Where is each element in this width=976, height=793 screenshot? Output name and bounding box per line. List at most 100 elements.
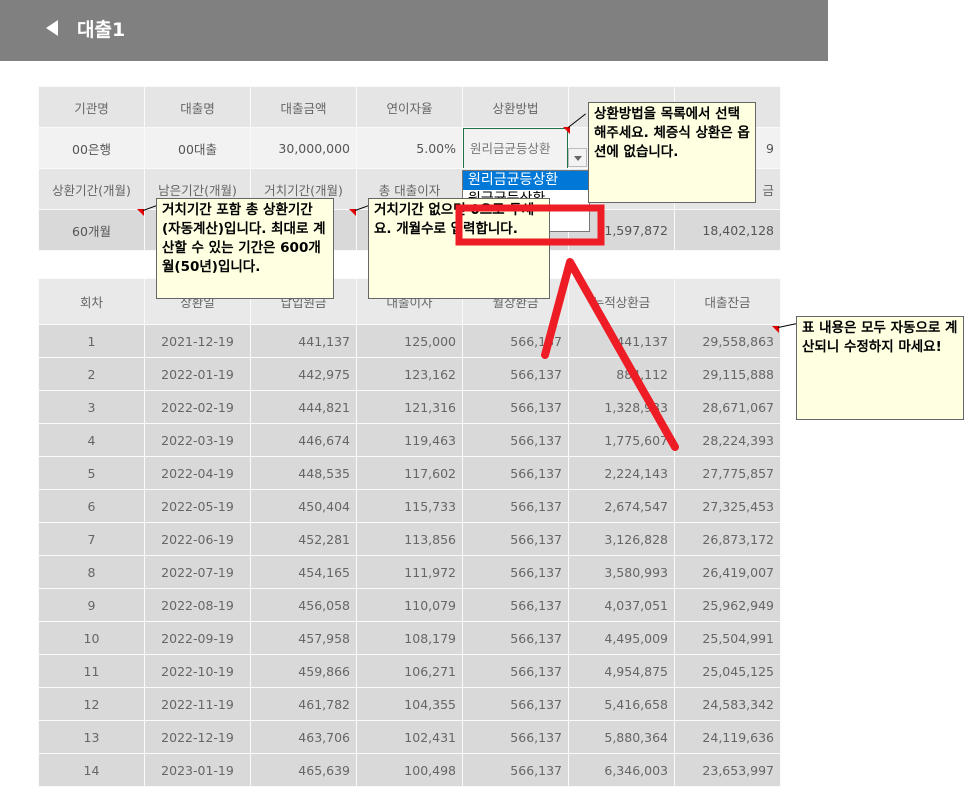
table-cell[interactable]: 1,328,933	[568, 390, 675, 424]
table-cell[interactable]: 2022-04-19	[144, 456, 251, 490]
table-cell[interactable]: 457,958	[250, 621, 357, 655]
table-cell[interactable]: 2022-08-19	[144, 588, 251, 622]
table-cell[interactable]: 106,271	[356, 654, 463, 688]
table-cell[interactable]: 566,137	[462, 456, 569, 490]
table-cell[interactable]: 10	[38, 621, 145, 655]
table-cell[interactable]: 115,733	[356, 489, 463, 523]
table-cell[interactable]: 2023-01-19	[144, 753, 251, 787]
table-cell[interactable]: 4,037,051	[568, 588, 675, 622]
table-cell[interactable]: 3,580,993	[568, 555, 675, 589]
table-cell[interactable]: 1,775,607	[568, 423, 675, 457]
table-cell[interactable]: 3	[38, 390, 145, 424]
table-cell[interactable]: 446,674	[250, 423, 357, 457]
table-cell[interactable]: 4,954,875	[568, 654, 675, 688]
balance-cell[interactable]: 18,402,128	[674, 209, 781, 251]
table-cell[interactable]: 24,583,342	[674, 687, 781, 721]
repay-method-select[interactable]: 원리금균등상환	[463, 128, 568, 168]
table-cell[interactable]: 111,972	[356, 555, 463, 589]
loan-name-cell[interactable]: 00대출	[144, 127, 251, 169]
interest-rate-cell[interactable]: 5.00%	[356, 127, 463, 169]
table-cell[interactable]: 2022-07-19	[144, 555, 251, 589]
table-cell[interactable]: 108,179	[356, 621, 463, 655]
table-cell[interactable]: 102,431	[356, 720, 463, 754]
table-cell[interactable]: 442,975	[250, 357, 357, 391]
table-cell[interactable]: 566,137	[462, 654, 569, 688]
table-cell[interactable]: 450,404	[250, 489, 357, 523]
table-cell[interactable]: 566,137	[462, 588, 569, 622]
table-cell[interactable]: 2	[38, 357, 145, 391]
table-cell[interactable]: 4	[38, 423, 145, 457]
table-cell[interactable]: 566,137	[462, 555, 569, 589]
table-cell[interactable]: 465,639	[250, 753, 357, 787]
table-cell[interactable]: 27,775,857	[674, 456, 781, 490]
table-cell[interactable]: 566,137	[462, 687, 569, 721]
table-cell[interactable]: 28,224,393	[674, 423, 781, 457]
table-cell[interactable]: 452,281	[250, 522, 357, 556]
table-cell[interactable]: 566,137	[462, 324, 569, 358]
table-cell[interactable]: 884,112	[568, 357, 675, 391]
table-cell[interactable]: 26,419,007	[674, 555, 781, 589]
table-cell[interactable]: 566,137	[462, 489, 569, 523]
table-cell[interactable]: 100,498	[356, 753, 463, 787]
table-cell[interactable]: 8	[38, 555, 145, 589]
dropdown-option-equal-installment[interactable]: 원리금균등상환	[463, 171, 589, 190]
table-cell[interactable]: 117,602	[356, 456, 463, 490]
total-period-cell[interactable]: 60개월	[38, 209, 145, 251]
institution-cell[interactable]: 00은행	[38, 127, 145, 169]
table-cell[interactable]: 2022-10-19	[144, 654, 251, 688]
table-cell[interactable]: 25,504,991	[674, 621, 781, 655]
table-cell[interactable]: 1	[38, 324, 145, 358]
table-cell[interactable]: 28,671,067	[674, 390, 781, 424]
table-cell[interactable]: 104,355	[356, 687, 463, 721]
table-cell[interactable]: 5	[38, 456, 145, 490]
table-cell[interactable]: 463,706	[250, 720, 357, 754]
repay-method-cell[interactable]: 원리금균등상환	[462, 127, 569, 169]
dropdown-toggle-button[interactable]	[568, 148, 587, 167]
table-cell[interactable]: 24,119,636	[674, 720, 781, 754]
table-cell[interactable]: 23,653,997	[674, 753, 781, 787]
table-cell[interactable]: 441,137	[250, 324, 357, 358]
table-cell[interactable]: 566,137	[462, 753, 569, 787]
table-cell[interactable]: 123,162	[356, 357, 463, 391]
table-cell[interactable]: 2021-12-19	[144, 324, 251, 358]
table-cell[interactable]: 2022-06-19	[144, 522, 251, 556]
table-cell[interactable]: 26,873,172	[674, 522, 781, 556]
table-cell[interactable]: 14	[38, 753, 145, 787]
table-cell[interactable]: 2,674,547	[568, 489, 675, 523]
table-cell[interactable]: 459,866	[250, 654, 357, 688]
table-cell[interactable]: 125,000	[356, 324, 463, 358]
table-cell[interactable]: 12	[38, 687, 145, 721]
table-cell[interactable]: 454,165	[250, 555, 357, 589]
table-cell[interactable]: 2022-01-19	[144, 357, 251, 391]
table-cell[interactable]: 121,316	[356, 390, 463, 424]
table-cell[interactable]: 29,558,863	[674, 324, 781, 358]
table-cell[interactable]: 119,463	[356, 423, 463, 457]
table-cell[interactable]: 27,325,453	[674, 489, 781, 523]
table-cell[interactable]: 441,137	[568, 324, 675, 358]
table-cell[interactable]: 566,137	[462, 720, 569, 754]
table-cell[interactable]: 456,058	[250, 588, 357, 622]
table-cell[interactable]: 25,962,949	[674, 588, 781, 622]
table-cell[interactable]: 566,137	[462, 522, 569, 556]
comment-indicator-method[interactable]	[563, 127, 570, 134]
table-cell[interactable]: 448,535	[250, 456, 357, 490]
table-cell[interactable]: 2,224,143	[568, 456, 675, 490]
table-cell[interactable]: 29,115,888	[674, 357, 781, 391]
table-cell[interactable]: 6	[38, 489, 145, 523]
table-cell[interactable]: 5,416,658	[568, 687, 675, 721]
table-cell[interactable]: 13	[38, 720, 145, 754]
table-cell[interactable]: 566,137	[462, 390, 569, 424]
table-cell[interactable]: 2022-02-19	[144, 390, 251, 424]
table-cell[interactable]: 25,045,125	[674, 654, 781, 688]
table-cell[interactable]: 6,346,003	[568, 753, 675, 787]
table-cell[interactable]: 4,495,009	[568, 621, 675, 655]
table-cell[interactable]: 11	[38, 654, 145, 688]
table-cell[interactable]: 2022-11-19	[144, 687, 251, 721]
table-cell[interactable]: 113,856	[356, 522, 463, 556]
back-arrow-icon[interactable]	[46, 20, 58, 36]
table-cell[interactable]: 2022-09-19	[144, 621, 251, 655]
table-cell[interactable]: 444,821	[250, 390, 357, 424]
table-cell[interactable]: 461,782	[250, 687, 357, 721]
table-cell[interactable]: 2022-12-19	[144, 720, 251, 754]
table-cell[interactable]: 5,880,364	[568, 720, 675, 754]
